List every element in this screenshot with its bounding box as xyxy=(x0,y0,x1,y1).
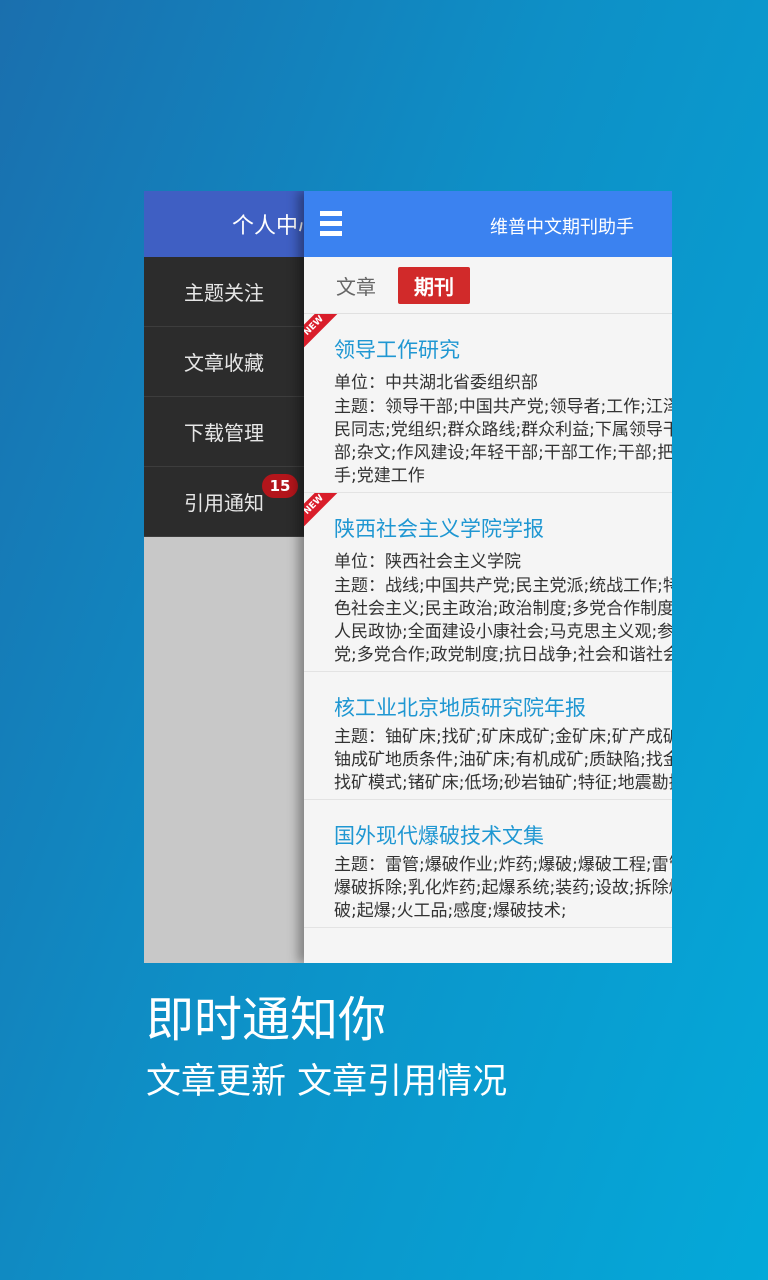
drawer-item-label: 文章收藏 xyxy=(184,351,264,375)
promo-subline: 文章更新 文章引用情况 xyxy=(146,1062,508,1102)
journal-title: 国外现代爆破技术文集 xyxy=(334,824,544,848)
promo-headline: 即时通知你 xyxy=(146,992,387,1048)
list-item[interactable]: 核工业北京地质研究院年报 主题：铀矿床;找矿;矿床成矿;金矿床;矿产成矿;铀成矿… xyxy=(304,672,672,800)
drawer-item-label: 主题关注 xyxy=(184,281,264,305)
tab-journals[interactable]: 期刊 xyxy=(398,266,470,304)
drawer-item-citation-notice[interactable]: 引用通知 15 xyxy=(144,467,304,537)
list-item[interactable]: 国外现代爆破技术文集 主题：雷管;爆破作业;炸药;爆破;爆破工程;雷管;爆破拆除… xyxy=(304,800,672,928)
drawer-item-label: 引用通知 xyxy=(184,491,264,515)
drawer-item-label: 下载管理 xyxy=(184,421,264,445)
navigation-drawer: 个人中心 主题关注 文章收藏 下载管理 引用通知 15 xyxy=(144,191,304,963)
notification-badge: 15 xyxy=(262,474,298,498)
drawer-menu: 主题关注 文章收藏 下载管理 引用通知 15 xyxy=(144,257,304,537)
list-item[interactable]: NEW 领导工作研究 单位：中共湖北省委组织部 主题：领导干部;中国共产党;领导… xyxy=(304,314,672,493)
journal-unit: 单位：陕西社会主义学院 xyxy=(334,552,521,572)
journal-title: 陕西社会主义学院学报 xyxy=(334,517,544,541)
journal-topics: 主题：雷管;爆破作业;炸药;爆破;爆破工程;雷管;爆破拆除;乳化炸药;起爆系统;… xyxy=(334,855,672,921)
journal-list: NEW 领导工作研究 单位：中共湖北省委组织部 主题：领导干部;中国共产党;领导… xyxy=(304,314,672,928)
journal-unit: 单位：中共湖北省委组织部 xyxy=(334,373,538,393)
journal-title: 核工业北京地质研究院年报 xyxy=(334,696,586,720)
list-item[interactable]: NEW 陕西社会主义学院学报 单位：陕西社会主义学院 主题：战线;中国共产党;民… xyxy=(304,493,672,672)
app-screenshot-frame: 个人中心 主题关注 文章收藏 下载管理 引用通知 15 维普中文期刊助手 xyxy=(144,191,672,963)
drawer-item-article-favorites[interactable]: 文章收藏 xyxy=(144,327,304,397)
menu-icon[interactable] xyxy=(320,211,342,241)
tab-bar: 文章 期刊 xyxy=(304,257,672,314)
main-panel: 维普中文期刊助手 文章 期刊 NEW 领导工作研究 单位：中共湖北省委组织部 主… xyxy=(304,191,672,963)
drawer-item-download-manager[interactable]: 下载管理 xyxy=(144,397,304,467)
journal-title: 领导工作研究 xyxy=(334,338,460,362)
drawer-header-title: 个人中心 xyxy=(232,214,304,239)
journal-topics: 主题：领导干部;中国共产党;领导者;工作;江泽民同志;党组织;群众路线;群众利益… xyxy=(334,397,672,486)
journal-topics: 主题：铀矿床;找矿;矿床成矿;金矿床;矿产成矿;铀成矿地质条件;油矿床;有机成矿… xyxy=(334,727,672,793)
journal-topics: 主题：战线;中国共产党;民主党派;统战工作;特色社会主义;民主政治;政治制度;多… xyxy=(334,576,672,665)
tab-articles[interactable]: 文章 xyxy=(336,271,376,300)
app-bar: 维普中文期刊助手 xyxy=(304,191,672,257)
drawer-item-topic-follow[interactable]: 主题关注 xyxy=(144,257,304,327)
app-title: 维普中文期刊助手 xyxy=(490,217,634,238)
drawer-header: 个人中心 xyxy=(144,191,304,257)
